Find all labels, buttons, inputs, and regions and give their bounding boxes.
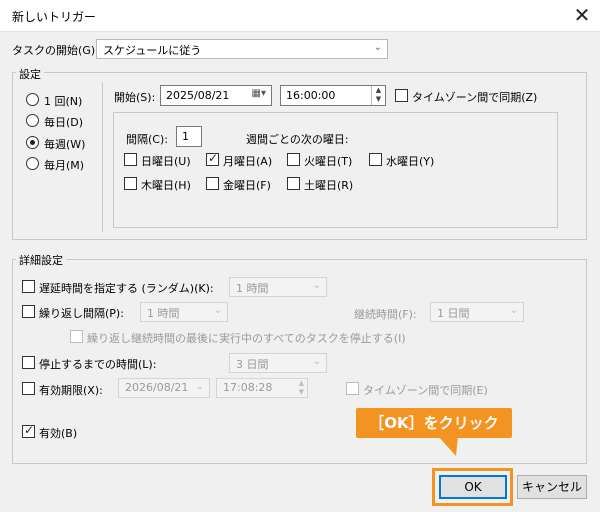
stop-after-checkbox[interactable]	[22, 356, 35, 369]
start-label: 開始(S):	[114, 91, 156, 104]
expire-sync-checkbox[interactable]	[346, 382, 359, 395]
duration-label: 継続時間(F):	[354, 308, 417, 321]
duration-value: 1 日間	[437, 307, 470, 320]
friday-label: 金曜日(F)	[223, 179, 271, 192]
repeat-checkbox[interactable]	[22, 305, 35, 318]
start-time-value: 16:00:00	[286, 89, 336, 102]
begin-task-value: スケジュールに従う	[103, 44, 202, 57]
sync-timezone-checkbox[interactable]	[395, 89, 408, 102]
radio-once-label: 1 回(N)	[44, 95, 83, 108]
monday-label: 月曜日(A)	[223, 155, 273, 168]
interval-value: 1	[182, 130, 189, 143]
radio-daily[interactable]	[26, 114, 39, 127]
stop-all-label: 繰り返し継続時間の最後に実行中のすべてのタスクを停止する(I)	[87, 332, 406, 345]
delay-select[interactable]: 1 時間 ⌄	[229, 277, 327, 297]
chevron-down-icon: ⌄	[213, 305, 222, 316]
expire-label: 有効期限(X):	[39, 384, 103, 397]
instruction-callout: ［OK］をクリック	[356, 408, 512, 438]
start-date-field[interactable]: 2025/08/21 ▦▾	[160, 85, 272, 106]
sunday-checkbox[interactable]	[124, 153, 137, 166]
saturday-label: 土曜日(R)	[304, 179, 354, 192]
ok-button[interactable]: OK	[439, 475, 507, 499]
chevron-down-icon: ⌄	[312, 356, 321, 367]
radio-weekly-label: 毎週(W)	[44, 138, 86, 151]
repeat-value: 1 時間	[147, 307, 180, 320]
radio-weekly[interactable]	[26, 136, 39, 149]
close-icon[interactable]: ✕	[568, 2, 596, 28]
duration-select[interactable]: 1 日間 ⌄	[430, 302, 524, 322]
stop-after-value: 3 日間	[236, 358, 269, 371]
stop-all-checkbox[interactable]	[70, 330, 83, 343]
repeat-select[interactable]: 1 時間 ⌄	[140, 302, 228, 322]
settings-divider	[102, 82, 103, 232]
monday-checkbox[interactable]	[206, 151, 219, 166]
sync-timezone-label: タイムゾーン間で同期(Z)	[412, 91, 538, 104]
tuesday-checkbox[interactable]	[287, 153, 300, 166]
time-spinner-icon[interactable]: ▲ ▼	[371, 86, 385, 105]
window-title: 新しいトリガー	[12, 10, 97, 24]
time-spinner-icon[interactable]: ▲ ▼	[299, 379, 304, 397]
friday-checkbox[interactable]	[206, 177, 219, 190]
cancel-button[interactable]: キャンセル	[517, 475, 587, 499]
delay-value: 1 時間	[236, 282, 269, 295]
interval-input[interactable]: 1	[176, 126, 202, 147]
stop-after-label: 停止するまでの時間(L):	[39, 358, 157, 371]
radio-monthly[interactable]	[26, 157, 39, 170]
enabled-checkbox[interactable]	[22, 423, 35, 438]
interval-label: 間隔(C):	[126, 133, 168, 146]
start-date-value: 2025/08/21	[166, 89, 230, 102]
calendar-dropdown-icon[interactable]: ▦▾	[252, 88, 266, 99]
saturday-checkbox[interactable]	[287, 177, 300, 190]
tuesday-label: 火曜日(T)	[304, 155, 353, 168]
stop-after-select[interactable]: 3 日間 ⌄	[229, 353, 327, 373]
chevron-down-icon: ⌄	[312, 280, 321, 291]
expire-sync-label: タイムゾーン間で同期(E)	[363, 384, 488, 397]
weekday-caption: 週間ごとの次の曜日:	[246, 133, 349, 146]
sunday-label: 日曜日(U)	[141, 155, 191, 168]
expire-date-field[interactable]: 2026/08/21 ⌄	[118, 378, 210, 398]
thursday-label: 木曜日(H)	[141, 179, 191, 192]
expire-time-value: 17:08:28	[223, 381, 273, 394]
start-time-field[interactable]: 16:00:00 ▲ ▼	[280, 85, 386, 106]
thursday-checkbox[interactable]	[124, 177, 137, 190]
callout-pointer	[438, 436, 458, 456]
chevron-down-icon: ⌄	[195, 381, 204, 392]
begin-task-label: タスクの開始(G):	[12, 44, 99, 57]
radio-once[interactable]	[26, 93, 39, 106]
chevron-down-icon: ⌄	[509, 305, 518, 316]
radio-daily-label: 毎日(D)	[44, 116, 84, 129]
wednesday-checkbox[interactable]	[369, 153, 382, 166]
expire-checkbox[interactable]	[22, 382, 35, 395]
radio-monthly-label: 毎月(M)	[44, 159, 85, 172]
settings-group-label: 設定	[16, 66, 44, 82]
chevron-down-icon: ⌄	[373, 42, 382, 53]
expire-date-value: 2026/08/21	[125, 381, 189, 394]
delay-checkbox[interactable]	[22, 280, 35, 293]
begin-task-select[interactable]: スケジュールに従う ⌄	[96, 39, 388, 59]
wednesday-label: 水曜日(Y)	[386, 155, 435, 168]
expire-time-field[interactable]: 17:08:28 ▲ ▼	[216, 378, 308, 398]
delay-label: 遅延時間を指定する (ランダム)(K):	[39, 282, 214, 295]
enabled-label: 有効(B)	[39, 427, 78, 440]
repeat-label: 繰り返し間隔(P):	[39, 307, 124, 320]
advanced-group-label: 詳細設定	[16, 252, 66, 268]
